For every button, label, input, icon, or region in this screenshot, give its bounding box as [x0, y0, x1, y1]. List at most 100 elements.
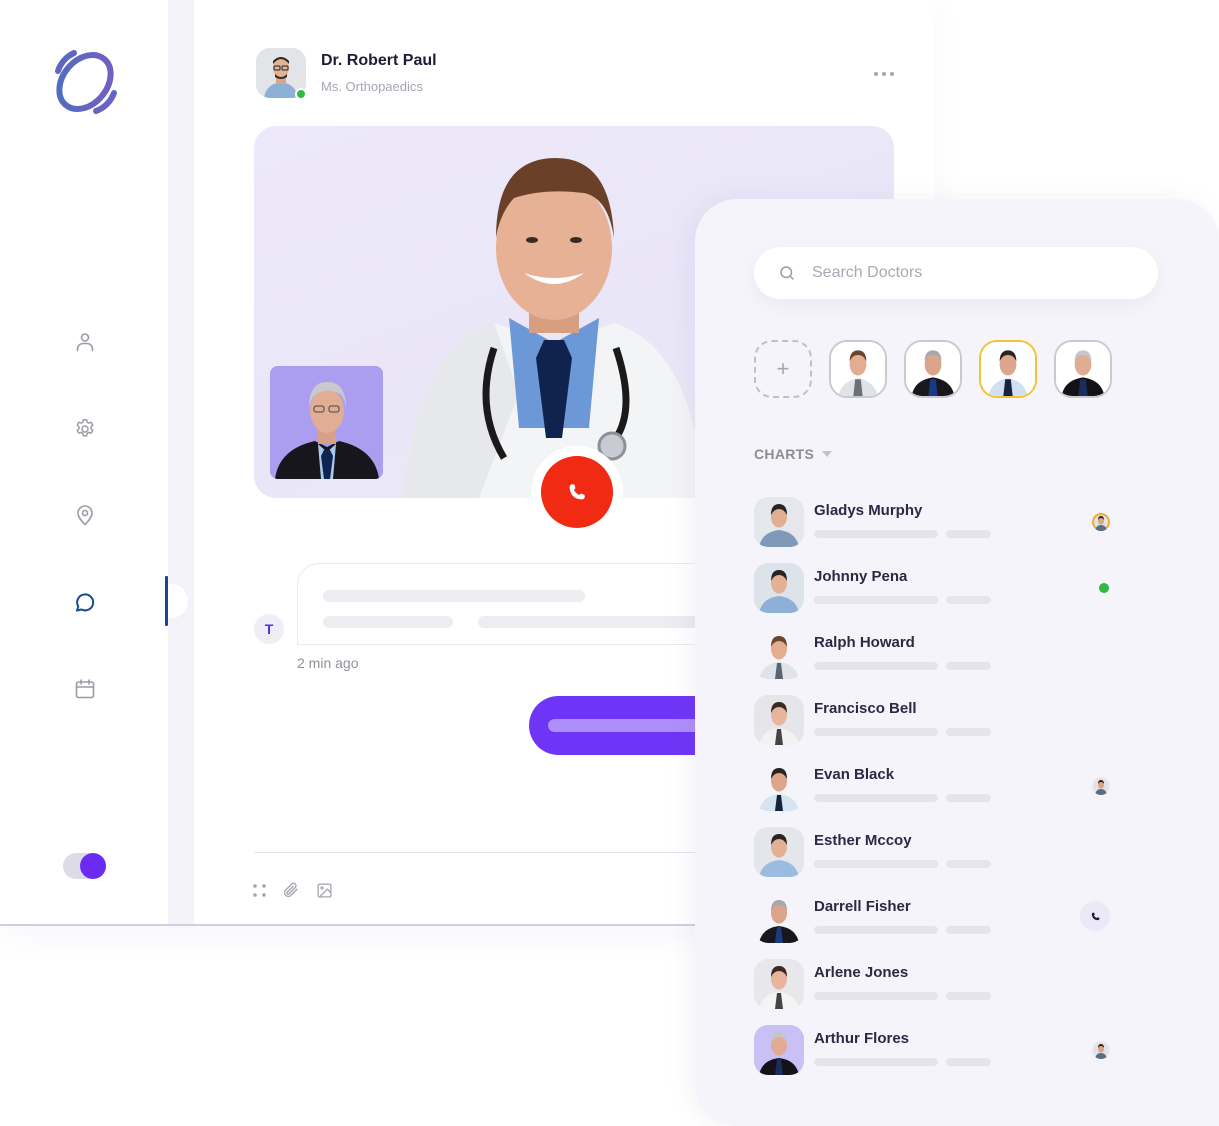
contact-row[interactable]: Francisco Bell	[754, 695, 1134, 747]
mini-avatar-badge	[1092, 1041, 1110, 1059]
image-button[interactable]	[314, 880, 334, 900]
contact-skeleton-line	[814, 926, 938, 934]
online-status-dot	[1099, 583, 1109, 593]
message-skeleton-line	[323, 616, 453, 628]
toggle-knob	[80, 853, 106, 879]
phone-icon	[1091, 912, 1099, 920]
more-dot	[882, 72, 886, 76]
sidebar-item-settings[interactable]	[70, 414, 100, 444]
chat-bubble-icon	[76, 593, 95, 612]
sidebar-item-calendar[interactable]	[70, 674, 100, 704]
contact-row[interactable]: Esther Mccoy	[754, 827, 1134, 879]
contact-skeleton-line	[814, 596, 938, 604]
contact-skeleton-line	[946, 860, 991, 868]
sidebar-item-location[interactable]	[70, 500, 100, 530]
received-message-bubble	[297, 563, 718, 645]
end-call-button[interactable]	[541, 456, 613, 528]
contact-row[interactable]: Evan Black	[754, 761, 1134, 813]
more-horizontal-icon	[874, 72, 878, 76]
mini-avatar-badge	[1092, 777, 1110, 795]
image-icon	[316, 882, 332, 898]
sidebar-rail	[168, 0, 194, 924]
more-options-button[interactable]	[868, 66, 900, 82]
sidebar	[0, 0, 168, 924]
sidebar-item-profile[interactable]	[70, 327, 100, 357]
theme-toggle[interactable]	[63, 853, 106, 879]
mini-avatar-badge	[1092, 513, 1110, 531]
add-doctor-button[interactable]: +	[754, 340, 812, 398]
message-skeleton-line	[323, 590, 585, 602]
doctor-name: Dr. Robert Paul	[321, 52, 437, 69]
contact-name: Gladys Murphy	[814, 502, 923, 519]
more-dot	[890, 72, 894, 76]
map-pin-icon	[77, 505, 93, 526]
section-label-text: CHARTS	[754, 446, 815, 462]
contact-row[interactable]: Arlene Jones	[754, 959, 1134, 1011]
contact-avatar	[754, 497, 804, 547]
contact-name: Francisco Bell	[814, 700, 917, 717]
contact-name: Darrell Fisher	[814, 898, 911, 915]
self-video-pip[interactable]	[270, 366, 383, 479]
user-icon	[76, 333, 94, 352]
message-skeleton-line	[478, 616, 718, 628]
contact-skeleton-line	[814, 794, 938, 802]
caret-down-icon	[822, 451, 833, 457]
composer-divider	[254, 852, 699, 853]
phone-icon	[569, 484, 585, 500]
contact-name: Evan Black	[814, 766, 895, 783]
sidebar-item-messages[interactable]	[70, 587, 100, 617]
app-logo[interactable]	[48, 45, 122, 119]
doctor-specialty: Ms. Orthopaedics	[321, 79, 423, 94]
contact-row[interactable]: Gladys Murphy	[754, 497, 1134, 549]
contact-name: Esther Mccoy	[814, 832, 912, 849]
contact-skeleton-line	[814, 662, 938, 670]
contact-name: Arthur Flores	[814, 1030, 910, 1047]
contact-avatar	[754, 761, 804, 811]
contact-avatar	[754, 563, 804, 613]
contact-skeleton-line	[814, 992, 938, 1000]
contact-skeleton-line	[814, 860, 938, 868]
contact-skeleton-line	[946, 926, 991, 934]
favorite-doctor-2[interactable]	[904, 340, 962, 398]
contact-avatar	[754, 959, 804, 1009]
contact-skeleton-line	[946, 530, 991, 538]
favorite-doctor-1[interactable]	[829, 340, 887, 398]
contact-skeleton-line	[946, 794, 991, 802]
contact-skeleton-line	[946, 992, 991, 1000]
online-status-dot	[295, 88, 307, 100]
search-doctors-input[interactable]	[812, 264, 1132, 282]
attach-button[interactable]	[281, 880, 301, 900]
contact-avatar	[754, 695, 804, 745]
contact-skeleton-line	[946, 1058, 991, 1066]
paperclip-icon	[284, 882, 298, 897]
doctor-video-figure	[404, 158, 704, 498]
contact-skeleton-line	[946, 662, 991, 670]
contact-row[interactable]: Johnny Pena	[754, 563, 1134, 615]
calendar-icon	[75, 679, 95, 699]
contact-name: Johnny Pena	[814, 568, 908, 585]
contact-avatar	[754, 1025, 804, 1075]
search-doctors-box[interactable]	[754, 247, 1158, 299]
contact-skeleton-line	[814, 1058, 938, 1066]
contact-avatar	[754, 629, 804, 679]
contact-name: Arlene Jones	[814, 964, 909, 981]
contact-avatar	[754, 827, 804, 877]
call-contact-button[interactable]	[1080, 901, 1110, 931]
contact-row[interactable]: Ralph Howard	[754, 629, 1134, 681]
apps-button[interactable]	[250, 880, 270, 900]
sender-avatar[interactable]: T	[254, 614, 284, 644]
contact-skeleton-line	[814, 728, 938, 736]
favorite-doctor-3[interactable]	[979, 340, 1037, 398]
contact-row[interactable]: Darrell Fisher	[754, 893, 1134, 945]
charts-section-dropdown[interactable]: CHARTS	[754, 446, 833, 462]
contact-avatar	[754, 893, 804, 943]
contact-skeleton-line	[814, 530, 938, 538]
gear-icon	[76, 419, 94, 437]
contact-row[interactable]: Arthur Flores	[754, 1025, 1134, 1077]
contact-skeleton-line	[946, 728, 991, 736]
search-icon	[780, 266, 794, 280]
contact-name: Ralph Howard	[814, 634, 915, 651]
grid-dots-icon	[253, 884, 266, 897]
favorite-doctor-4[interactable]	[1054, 340, 1112, 398]
contact-skeleton-line	[946, 596, 991, 604]
